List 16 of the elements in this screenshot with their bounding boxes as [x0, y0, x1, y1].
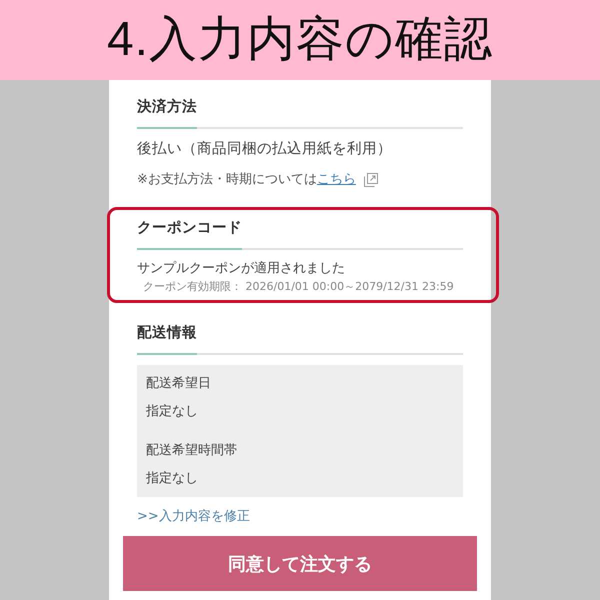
- page-title: 4.入力内容の確認: [106, 12, 494, 68]
- details-link[interactable]: こちら: [316, 172, 356, 187]
- external-link-icon[interactable]: [364, 173, 378, 187]
- section-heading: 決済方法: [137, 97, 197, 117]
- delivery-value: 指定なし: [146, 470, 199, 488]
- coupon-status: サンプルクーポンが適用されました: [137, 260, 346, 278]
- delivery-label: 配送希望日: [146, 375, 212, 393]
- payment-method: 後払い（商品同梱の払込用紙を利用）: [137, 140, 393, 159]
- delivery-label: 配送希望時間帯: [146, 442, 238, 460]
- coupon-validity: クーポン有効期限： 2026/01/01 00:00～2079/12/31 23:59: [143, 279, 455, 295]
- order-button[interactable]: 同意して注文する: [123, 536, 477, 591]
- section-heading: クーポンコード: [137, 219, 242, 238]
- delivery-value: 指定なし: [146, 403, 199, 421]
- section-heading: 配送情報: [137, 324, 197, 343]
- edit-input-link[interactable]: >>入力内容を修正: [137, 507, 250, 527]
- payment-note: ※お支払方法・時期についてはこちら: [137, 171, 356, 189]
